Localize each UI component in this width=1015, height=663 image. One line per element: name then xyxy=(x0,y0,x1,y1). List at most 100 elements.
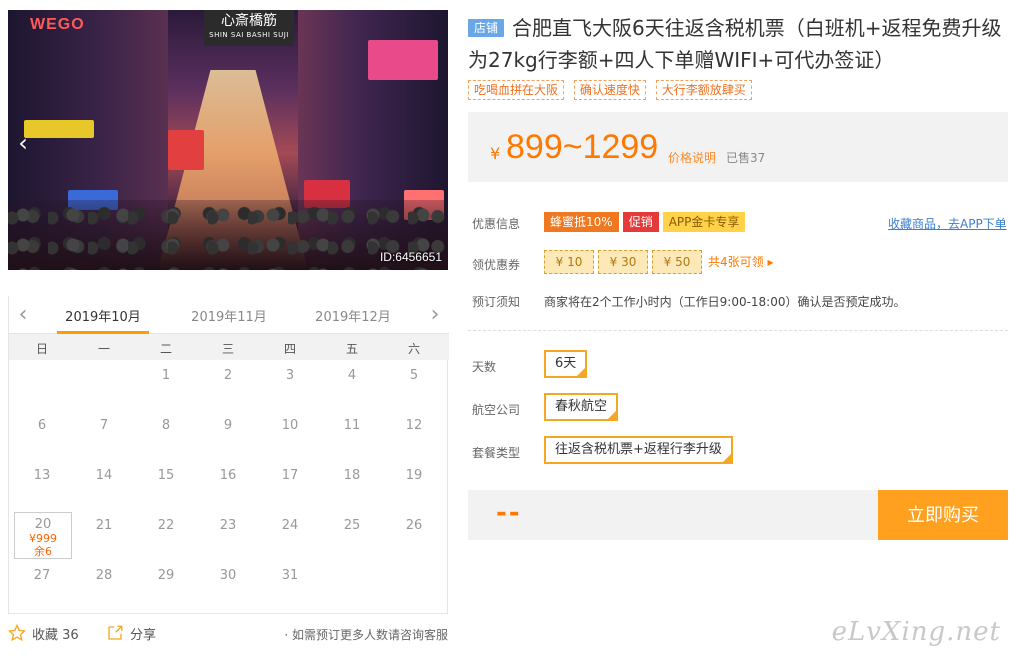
calendar-day[interactable]: 25 xyxy=(321,510,383,560)
photo-id-label: ID:6456651 xyxy=(379,250,442,264)
calendar-day[interactable]: 6 xyxy=(11,410,73,460)
calendar-day-number: 13 xyxy=(33,468,51,483)
notice-label: 预订须知 xyxy=(472,295,521,309)
buy-now-button[interactable]: 立即购买 xyxy=(878,490,1008,540)
calendar-day[interactable]: 23 xyxy=(197,510,259,560)
coupon-50[interactable]: ¥ 50 xyxy=(652,250,702,274)
calendar-day[interactable]: 7 xyxy=(73,410,135,460)
weekday-label: 一 xyxy=(97,342,110,356)
calendar-day[interactable]: 31 xyxy=(259,560,321,610)
tab-month-2[interactable]: 2019年11月 xyxy=(179,306,279,325)
photo-sign xyxy=(368,40,438,80)
weekday-label: 日 xyxy=(35,342,48,356)
calendar-day-number: 18 xyxy=(343,468,361,483)
package-option-selected[interactable]: 往返含税机票+返程行李升级 xyxy=(544,436,733,464)
price-explain-link[interactable]: 价格说明 xyxy=(668,149,716,166)
calendar-day[interactable]: 3 xyxy=(259,360,321,410)
feature-tag: 吃喝血拼在大阪 xyxy=(468,80,565,100)
tab-month-1[interactable]: 2019年10月 xyxy=(53,306,153,325)
calendar-day[interactable]: 4 xyxy=(321,360,383,410)
calendar-day-number: 29 xyxy=(157,568,175,583)
favorite-label: 收藏 36 xyxy=(32,628,79,643)
calendar-day-number: 20 xyxy=(34,517,52,532)
app-gold-badge: APP金卡专享 xyxy=(662,212,746,232)
calendar-day[interactable]: 5 xyxy=(383,360,445,410)
calendar-day[interactable]: 9 xyxy=(197,410,259,460)
calendar-day-number: 30 xyxy=(219,568,237,583)
sold-count: 已售37 xyxy=(726,151,766,165)
favorite-app-link[interactable]: 收藏商品，去APP下单 xyxy=(888,215,1007,232)
calendar-day[interactable]: 11 xyxy=(321,410,383,460)
photo-sign xyxy=(168,130,204,170)
tab-month-3[interactable]: 2019年12月 xyxy=(303,306,403,325)
calendar-day[interactable]: 8 xyxy=(135,410,197,460)
calendar-day-stock: 余6 xyxy=(34,545,52,558)
honey-discount-badge: 蜂蜜抵10% xyxy=(544,212,619,232)
calendar-day-available[interactable]: 20 ¥999 余6 xyxy=(14,512,72,559)
calendar-day[interactable]: 21 xyxy=(73,510,135,560)
coupon-list: ¥ 10 ¥ 30 ¥ 50 共4张可领 ▸ xyxy=(544,250,773,274)
calendar-day[interactable]: 27 xyxy=(11,560,73,610)
calendar-day[interactable]: 10 xyxy=(259,410,321,460)
calendar-day-number: 15 xyxy=(157,468,175,483)
calendar-day[interactable]: 28 xyxy=(73,560,135,610)
calendar-day-number: 10 xyxy=(281,418,299,433)
calendar-day[interactable]: 14 xyxy=(73,460,135,510)
calendar-day[interactable]: 2 xyxy=(197,360,259,410)
calendar-day-number: 12 xyxy=(405,418,423,433)
feature-tag: 确认速度快 xyxy=(573,80,646,100)
star-icon xyxy=(8,624,26,642)
calendar-day-number: 24 xyxy=(281,518,299,533)
coupon-label: 领优惠券 xyxy=(472,258,521,272)
calendar-day[interactable]: 29 xyxy=(135,560,197,610)
calendar-next-button[interactable]: › xyxy=(425,302,445,327)
calendar-day[interactable]: 19 xyxy=(383,460,445,510)
site-watermark: eLvXing.net xyxy=(831,617,1001,647)
calendar-day[interactable]: 18 xyxy=(321,460,383,510)
favorite-button[interactable]: 收藏 36 xyxy=(8,624,79,643)
calendar-prev-button[interactable]: ‹ xyxy=(13,302,33,327)
calendar-day[interactable]: 22 xyxy=(135,510,197,560)
calendar-month-tabs: ‹ 2019年10月 2019年11月 2019年12月 › xyxy=(9,296,449,334)
days-label: 天数 xyxy=(472,360,497,374)
calendar-day[interactable]: 24 xyxy=(259,510,321,560)
calendar-day-price: ¥999 xyxy=(29,532,57,545)
calendar-day[interactable]: 16 xyxy=(197,460,259,510)
calendar-day[interactable]: 15 xyxy=(135,460,197,510)
calendar-day[interactable]: 13 xyxy=(11,460,73,510)
coupon-30[interactable]: ¥ 30 xyxy=(598,250,648,274)
share-button[interactable]: 分享 xyxy=(106,624,156,643)
product-title-text: 合肥直飞大阪6天往返含税机票（白班机+返程免费升级为27kg行李额+四人下单赠W… xyxy=(468,16,1002,72)
share-label: 分享 xyxy=(130,628,157,643)
total-price-placeholder: -- xyxy=(496,498,522,528)
photo-prev-button[interactable]: ‹ xyxy=(12,128,34,158)
share-icon xyxy=(108,625,123,640)
calendar-day-number: 6 xyxy=(37,418,47,433)
price-currency: ¥ xyxy=(490,144,501,163)
days-option-selected[interactable]: 6天 xyxy=(544,350,588,378)
product-title: 店铺 合肥直飞大阪6天往返含税机票（白班机+返程免费升级为27kg行李额+四人下单… xyxy=(468,12,1008,76)
calendar-day-number: 17 xyxy=(281,468,299,483)
feature-tag: 大行李额放肆买 xyxy=(655,80,752,100)
calendar-day-number: 25 xyxy=(343,518,361,533)
days-options: 6天 xyxy=(544,350,588,378)
calendar-day[interactable]: 17 xyxy=(259,460,321,510)
calendar-day-number: 3 xyxy=(285,368,295,383)
weekday-label: 二 xyxy=(159,342,172,356)
coupon-10[interactable]: ¥ 10 xyxy=(544,250,594,274)
coupon-more-link[interactable]: 共4张可领 ▸ xyxy=(708,253,773,270)
sale-badge: 促销 xyxy=(622,212,659,232)
calendar-day[interactable]: 1 xyxy=(135,360,197,410)
calendar-weekday-header: 日 一 二 三 四 五 六 xyxy=(9,334,449,360)
calendar-day-number: 9 xyxy=(223,418,233,433)
promo-label: 优惠信息 xyxy=(472,217,521,231)
calendar-day[interactable]: 30 xyxy=(197,560,259,610)
calendar-day-number: 22 xyxy=(157,518,175,533)
photo-shop-sign-title: 心斎橋筋 xyxy=(221,13,277,29)
calendar-day[interactable]: 12 xyxy=(383,410,445,460)
calendar-day[interactable]: 26 xyxy=(383,510,445,560)
action-bar: 收藏 36 分享 · 如需预订更多人数请咨询客服 xyxy=(8,624,448,644)
feature-tags: 吃喝血拼在大阪 确认速度快 大行李额放肆买 xyxy=(468,80,758,100)
price-amount: 899~1299 xyxy=(506,128,659,166)
airline-option-selected[interactable]: 春秋航空 xyxy=(544,393,619,421)
